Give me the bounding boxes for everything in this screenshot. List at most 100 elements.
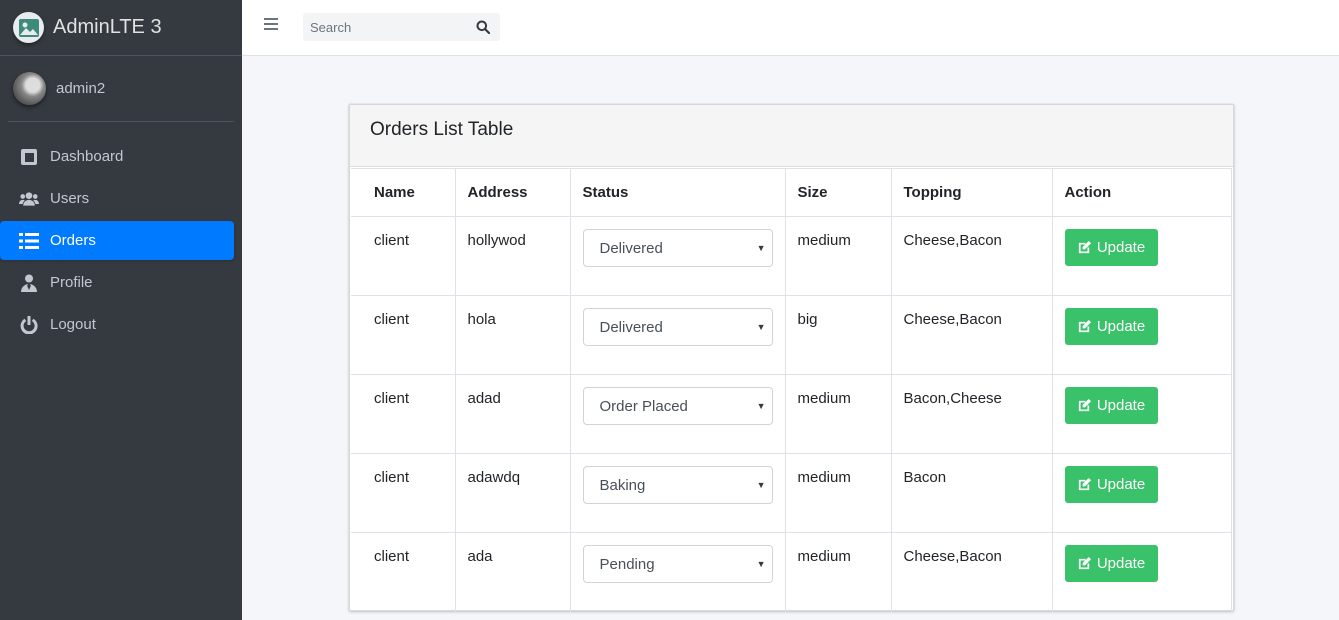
cell-name: client <box>351 532 456 612</box>
table-row: client adawdq Baking ▼ medium Bacon Updat… <box>351 453 1232 533</box>
card-header: Orders List Table <box>350 105 1233 167</box>
brand-title: AdminLTE 3 <box>53 16 162 38</box>
sidebar: AdminLTE 3 admin2 Dashboard Users Orders <box>0 0 242 620</box>
status-select[interactable]: Delivered ▼ <box>582 229 773 267</box>
brand-link[interactable]: AdminLTE 3 <box>0 0 242 56</box>
cell-name: client <box>351 374 456 454</box>
caret-down-icon: ▼ <box>756 480 766 490</box>
update-button-label: Update <box>1096 239 1146 256</box>
status-select[interactable]: Order Placed ▼ <box>582 387 773 425</box>
brand-logo-icon <box>13 12 44 43</box>
cell-action: Update <box>1051 295 1232 375</box>
table-row: client hollywod Delivered ▼ medium Cheese… <box>351 216 1232 296</box>
status-select-value: Pending <box>599 555 655 573</box>
cell-status: Pending ▼ <box>569 532 786 612</box>
orders-table: Name Address Status Size Topping Action … <box>351 168 1232 612</box>
sidebar-item-logout[interactable]: Logout <box>8 305 234 344</box>
user-name[interactable]: admin2 <box>56 80 105 97</box>
sidebar-item-orders[interactable]: Orders <box>0 221 234 260</box>
status-select[interactable]: Baking ▼ <box>582 466 773 504</box>
cell-size: medium <box>784 532 892 612</box>
sidebar-item-label: Users <box>50 190 90 207</box>
sidebar-nav: Dashboard Users Orders Profile Logout <box>0 137 242 344</box>
sidebar-item-profile[interactable]: Profile <box>8 263 234 302</box>
search-form <box>303 13 500 41</box>
sidebar-item-label: Dashboard <box>50 148 124 165</box>
cell-address: hola <box>454 295 571 375</box>
column-header-size: Size <box>784 168 892 217</box>
list-icon <box>18 231 40 251</box>
edit-icon <box>1078 240 1091 254</box>
update-button-label: Update <box>1096 476 1146 493</box>
users-icon <box>18 189 40 209</box>
cell-address: adawdq <box>454 453 571 533</box>
cell-action: Update <box>1051 532 1232 612</box>
sidebar-item-label: Orders <box>50 232 96 249</box>
update-button-label: Update <box>1096 318 1146 335</box>
column-header-topping: Topping <box>890 168 1053 217</box>
column-header-address: Address <box>454 168 571 217</box>
sidebar-item-dashboard[interactable]: Dashboard <box>8 137 234 176</box>
avatar <box>13 72 46 105</box>
search-button[interactable] <box>468 13 498 41</box>
cell-name: client <box>351 216 456 296</box>
table-row: client ada Pending ▼ medium Cheese,Bacon … <box>351 532 1232 612</box>
cell-action: Update <box>1051 216 1232 296</box>
column-header-status: Status <box>569 168 786 217</box>
cell-topping: Cheese,Bacon <box>890 295 1053 375</box>
cell-topping: Cheese,Bacon <box>890 532 1053 612</box>
column-header-action: Action <box>1051 168 1232 217</box>
caret-down-icon: ▼ <box>756 559 766 569</box>
cell-size: medium <box>784 374 892 454</box>
user-tie-icon <box>18 273 40 293</box>
table-row: client hola Delivered ▼ big Cheese,Bacon … <box>351 295 1232 375</box>
cell-size: medium <box>784 216 892 296</box>
edit-icon <box>1078 556 1091 570</box>
table-header-row: Name Address Status Size Topping Action <box>351 168 1232 217</box>
cell-topping: Cheese,Bacon <box>890 216 1053 296</box>
card-title: Orders List Table <box>370 118 514 140</box>
update-button[interactable]: Update <box>1064 308 1158 345</box>
cell-address: adad <box>454 374 571 454</box>
update-button[interactable]: Update <box>1064 387 1158 424</box>
status-select[interactable]: Pending ▼ <box>582 545 773 583</box>
sidebar-item-users[interactable]: Users <box>8 179 234 218</box>
table-row: client adad Order Placed ▼ medium Bacon,C… <box>351 374 1232 454</box>
update-button[interactable]: Update <box>1064 229 1158 266</box>
cell-address: hollywod <box>454 216 571 296</box>
top-navbar <box>242 0 1339 56</box>
cell-status: Baking ▼ <box>569 453 786 533</box>
orders-card: Orders List Table Name Address Status Si… <box>349 104 1234 612</box>
status-select[interactable]: Delivered ▼ <box>582 308 773 346</box>
cell-name: client <box>351 295 456 375</box>
search-icon <box>476 20 490 34</box>
caret-down-icon: ▼ <box>756 243 766 253</box>
status-select-value: Delivered <box>599 239 663 257</box>
tablet-icon <box>18 147 40 167</box>
menu-toggle-icon[interactable] <box>264 18 278 34</box>
status-select-value: Order Placed <box>599 397 688 415</box>
sidebar-item-label: Profile <box>50 274 93 291</box>
search-input[interactable] <box>303 13 468 41</box>
cell-size: medium <box>784 453 892 533</box>
edit-icon <box>1078 319 1091 333</box>
cell-status: Delivered ▼ <box>569 216 786 296</box>
column-header-name: Name <box>351 168 456 217</box>
cell-name: client <box>351 453 456 533</box>
caret-down-icon: ▼ <box>756 322 766 332</box>
update-button[interactable]: Update <box>1064 545 1158 582</box>
cell-size: big <box>784 295 892 375</box>
cell-topping: Bacon <box>890 453 1053 533</box>
cell-address: ada <box>454 532 571 612</box>
update-button[interactable]: Update <box>1064 466 1158 503</box>
edit-icon <box>1078 398 1091 412</box>
update-button-label: Update <box>1096 397 1146 414</box>
status-select-value: Delivered <box>599 318 663 336</box>
cell-action: Update <box>1051 453 1232 533</box>
caret-down-icon: ▼ <box>756 401 766 411</box>
user-panel[interactable]: admin2 <box>8 56 234 122</box>
cell-action: Update <box>1051 374 1232 454</box>
cell-status: Order Placed ▼ <box>569 374 786 454</box>
cell-topping: Bacon,Cheese <box>890 374 1053 454</box>
sidebar-item-label: Logout <box>50 316 96 333</box>
